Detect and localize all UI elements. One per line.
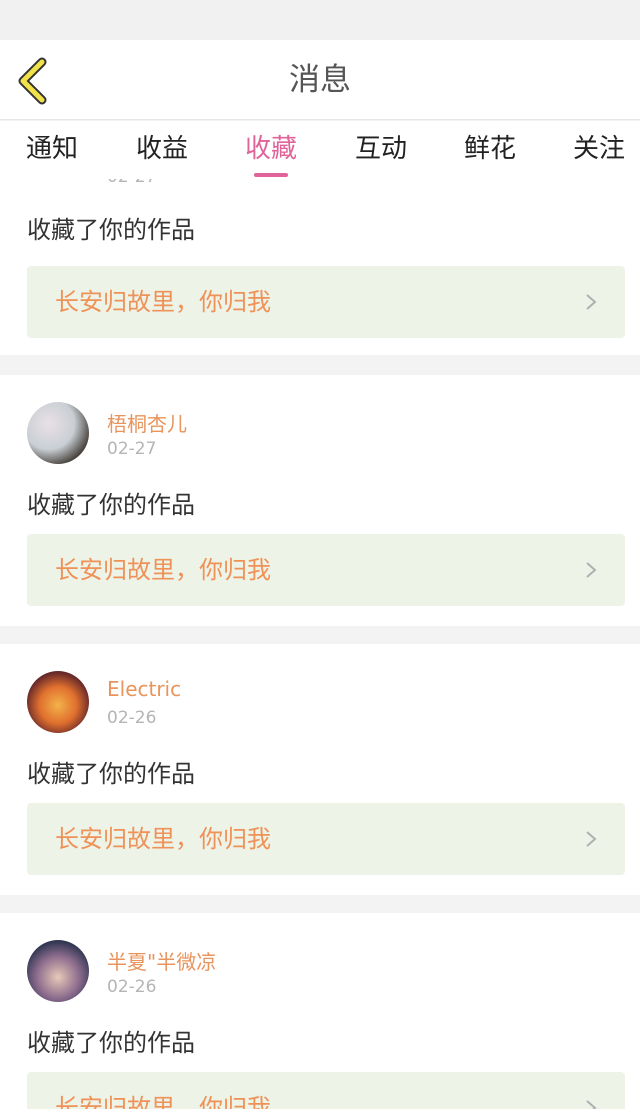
chevron-right-icon — [586, 562, 597, 578]
message-date: 02-26 — [107, 977, 157, 997]
username[interactable]: Electric — [107, 677, 181, 701]
message-card: 梧桐杏儿 02-27 收藏了你的作品 长安归故里，你归我 — [0, 375, 640, 626]
message-card: 02-27 收藏了你的作品 长安归故里，你归我 — [0, 179, 640, 355]
work-link[interactable]: 长安归故里，你归我 — [27, 1072, 625, 1109]
message-list[interactable]: 02-27 收藏了你的作品 长安归故里，你归我 梧桐杏儿 02-27 收藏了你的… — [0, 179, 640, 1109]
work-title: 长安归故里，你归我 — [55, 288, 271, 316]
tab-earnings[interactable]: 收益 — [136, 121, 188, 179]
tab-notifications[interactable]: 通知 — [26, 121, 78, 179]
tab-favorites[interactable]: 收藏 — [245, 121, 297, 179]
message-date: 02-26 — [107, 708, 157, 728]
tab-underline — [254, 173, 288, 177]
work-link[interactable]: 长安归故里，你归我 — [27, 266, 625, 338]
page-title: 消息 — [289, 62, 351, 98]
work-title: 长安归故里，你归我 — [55, 825, 271, 853]
chevron-right-icon — [586, 1100, 597, 1109]
message-card: Electric 02-26 收藏了你的作品 长安归故里，你归我 — [0, 644, 640, 895]
tab-interactions[interactable]: 互动 — [355, 121, 407, 179]
work-title: 长安归故里，你归我 — [55, 556, 271, 584]
header: 消息 — [0, 40, 640, 120]
avatar[interactable] — [27, 402, 89, 464]
avatar[interactable] — [27, 940, 89, 1002]
message-text: 收藏了你的作品 — [27, 216, 195, 244]
tab-label: 鲜花 — [464, 134, 517, 164]
message-text: 收藏了你的作品 — [27, 491, 195, 519]
avatar[interactable] — [27, 671, 89, 733]
chevron-right-icon — [586, 294, 597, 310]
username[interactable]: 半夏"半微凉 — [107, 946, 216, 975]
tab-label: 互动 — [355, 134, 408, 164]
tab-label: 收益 — [136, 134, 189, 164]
message-card: 半夏"半微凉 02-26 收藏了你的作品 长安归故里，你归我 — [0, 913, 640, 1109]
message-date: 02-27 — [107, 179, 156, 187]
status-bar — [0, 0, 640, 40]
chevron-right-icon — [586, 831, 597, 847]
tab-bar: 通知 收益 收藏 互动 鲜花 关注 — [0, 121, 640, 179]
work-link[interactable]: 长安归故里，你归我 — [27, 534, 625, 606]
message-date: 02-27 — [107, 439, 157, 459]
username[interactable]: 梧桐杏儿 — [107, 408, 187, 437]
message-text: 收藏了你的作品 — [27, 760, 195, 788]
tab-label: 关注 — [573, 134, 626, 164]
tab-following[interactable]: 关注 — [573, 121, 625, 179]
tab-label: 通知 — [26, 134, 79, 164]
message-text: 收藏了你的作品 — [27, 1029, 195, 1057]
work-title: 长安归故里，你归我 — [55, 1094, 271, 1109]
work-link[interactable]: 长安归故里，你归我 — [27, 803, 625, 875]
tab-flowers[interactable]: 鲜花 — [464, 121, 516, 179]
tab-label: 收藏 — [245, 134, 298, 164]
